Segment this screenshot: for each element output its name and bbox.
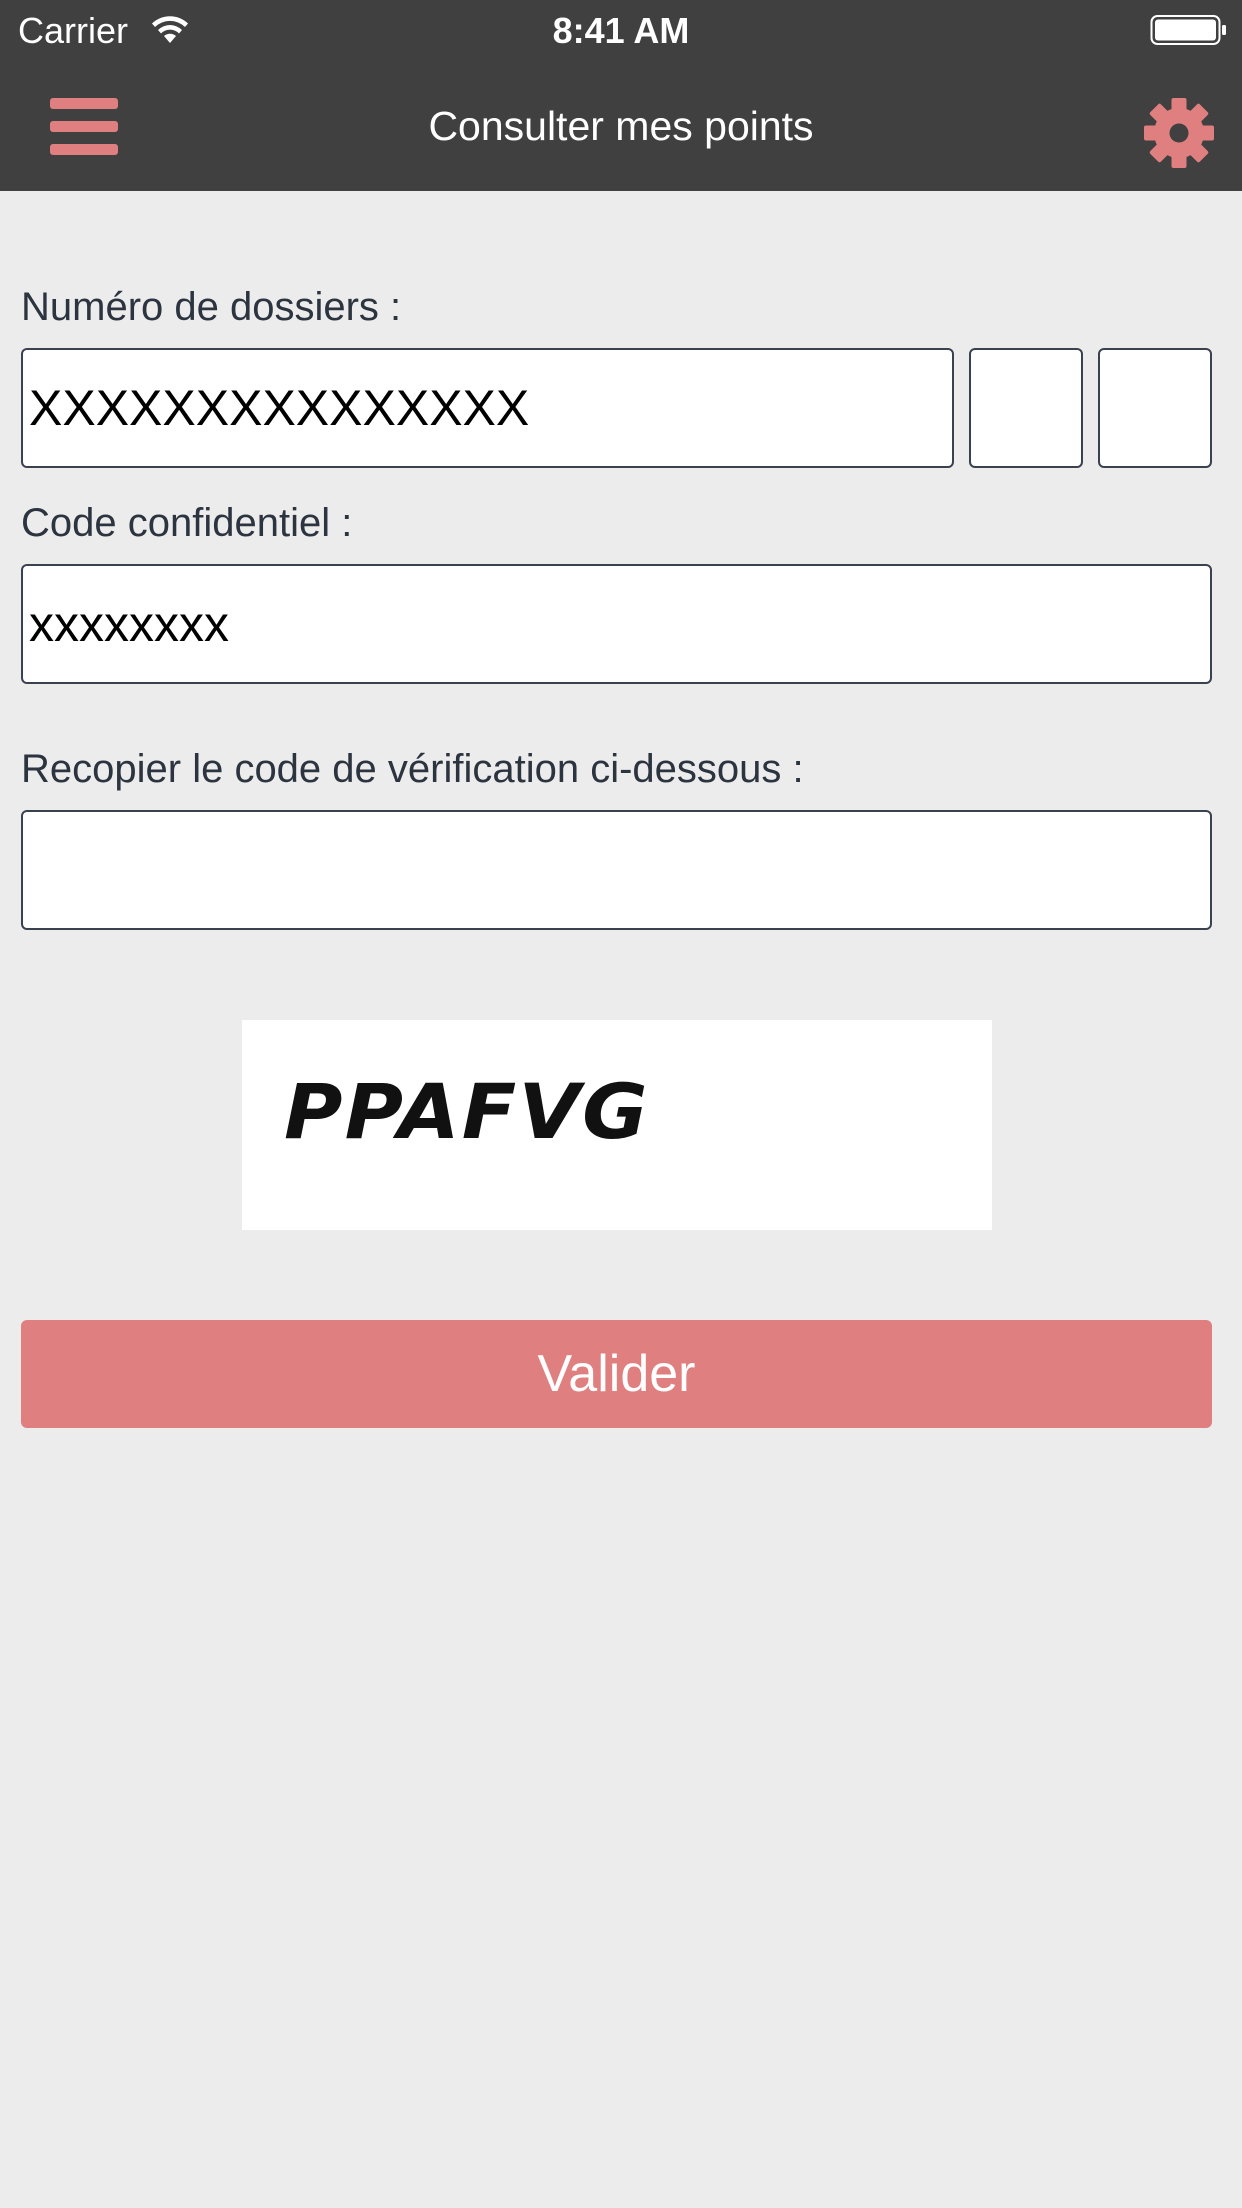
captcha-text: PPAFVG [284, 1067, 650, 1156]
status-time: 8:41 AM [552, 10, 690, 51]
confidential-code-input[interactable] [21, 564, 1212, 684]
hamburger-menu-icon [50, 98, 118, 155]
confidential-code-label: Code confidentiel : [21, 501, 353, 545]
validate-button[interactable]: Valider [21, 1320, 1212, 1428]
page-title: Consulter mes points [428, 103, 814, 149]
menu-button[interactable] [40, 92, 130, 162]
dossier-number-part2-input[interactable] [969, 348, 1083, 468]
gear-icon [1144, 98, 1214, 168]
settings-button[interactable] [1140, 94, 1218, 172]
dossier-number-label: Numéro de dossiers : [21, 285, 402, 329]
verification-code-input[interactable] [21, 810, 1212, 930]
top-bar: Carrier 8:41 AM Consulter mes points [0, 0, 1242, 191]
verification-code-label: Recopier le code de vérification ci-dess… [21, 747, 804, 791]
dossier-number-input[interactable] [21, 348, 954, 468]
battery-icon [1150, 15, 1226, 45]
navigation-bar: Consulter mes points [0, 62, 1242, 191]
status-bar: Carrier 8:41 AM [0, 0, 1242, 62]
dossier-number-part3-input[interactable] [1098, 348, 1212, 468]
captcha-image: PPAFVG [242, 1020, 992, 1230]
